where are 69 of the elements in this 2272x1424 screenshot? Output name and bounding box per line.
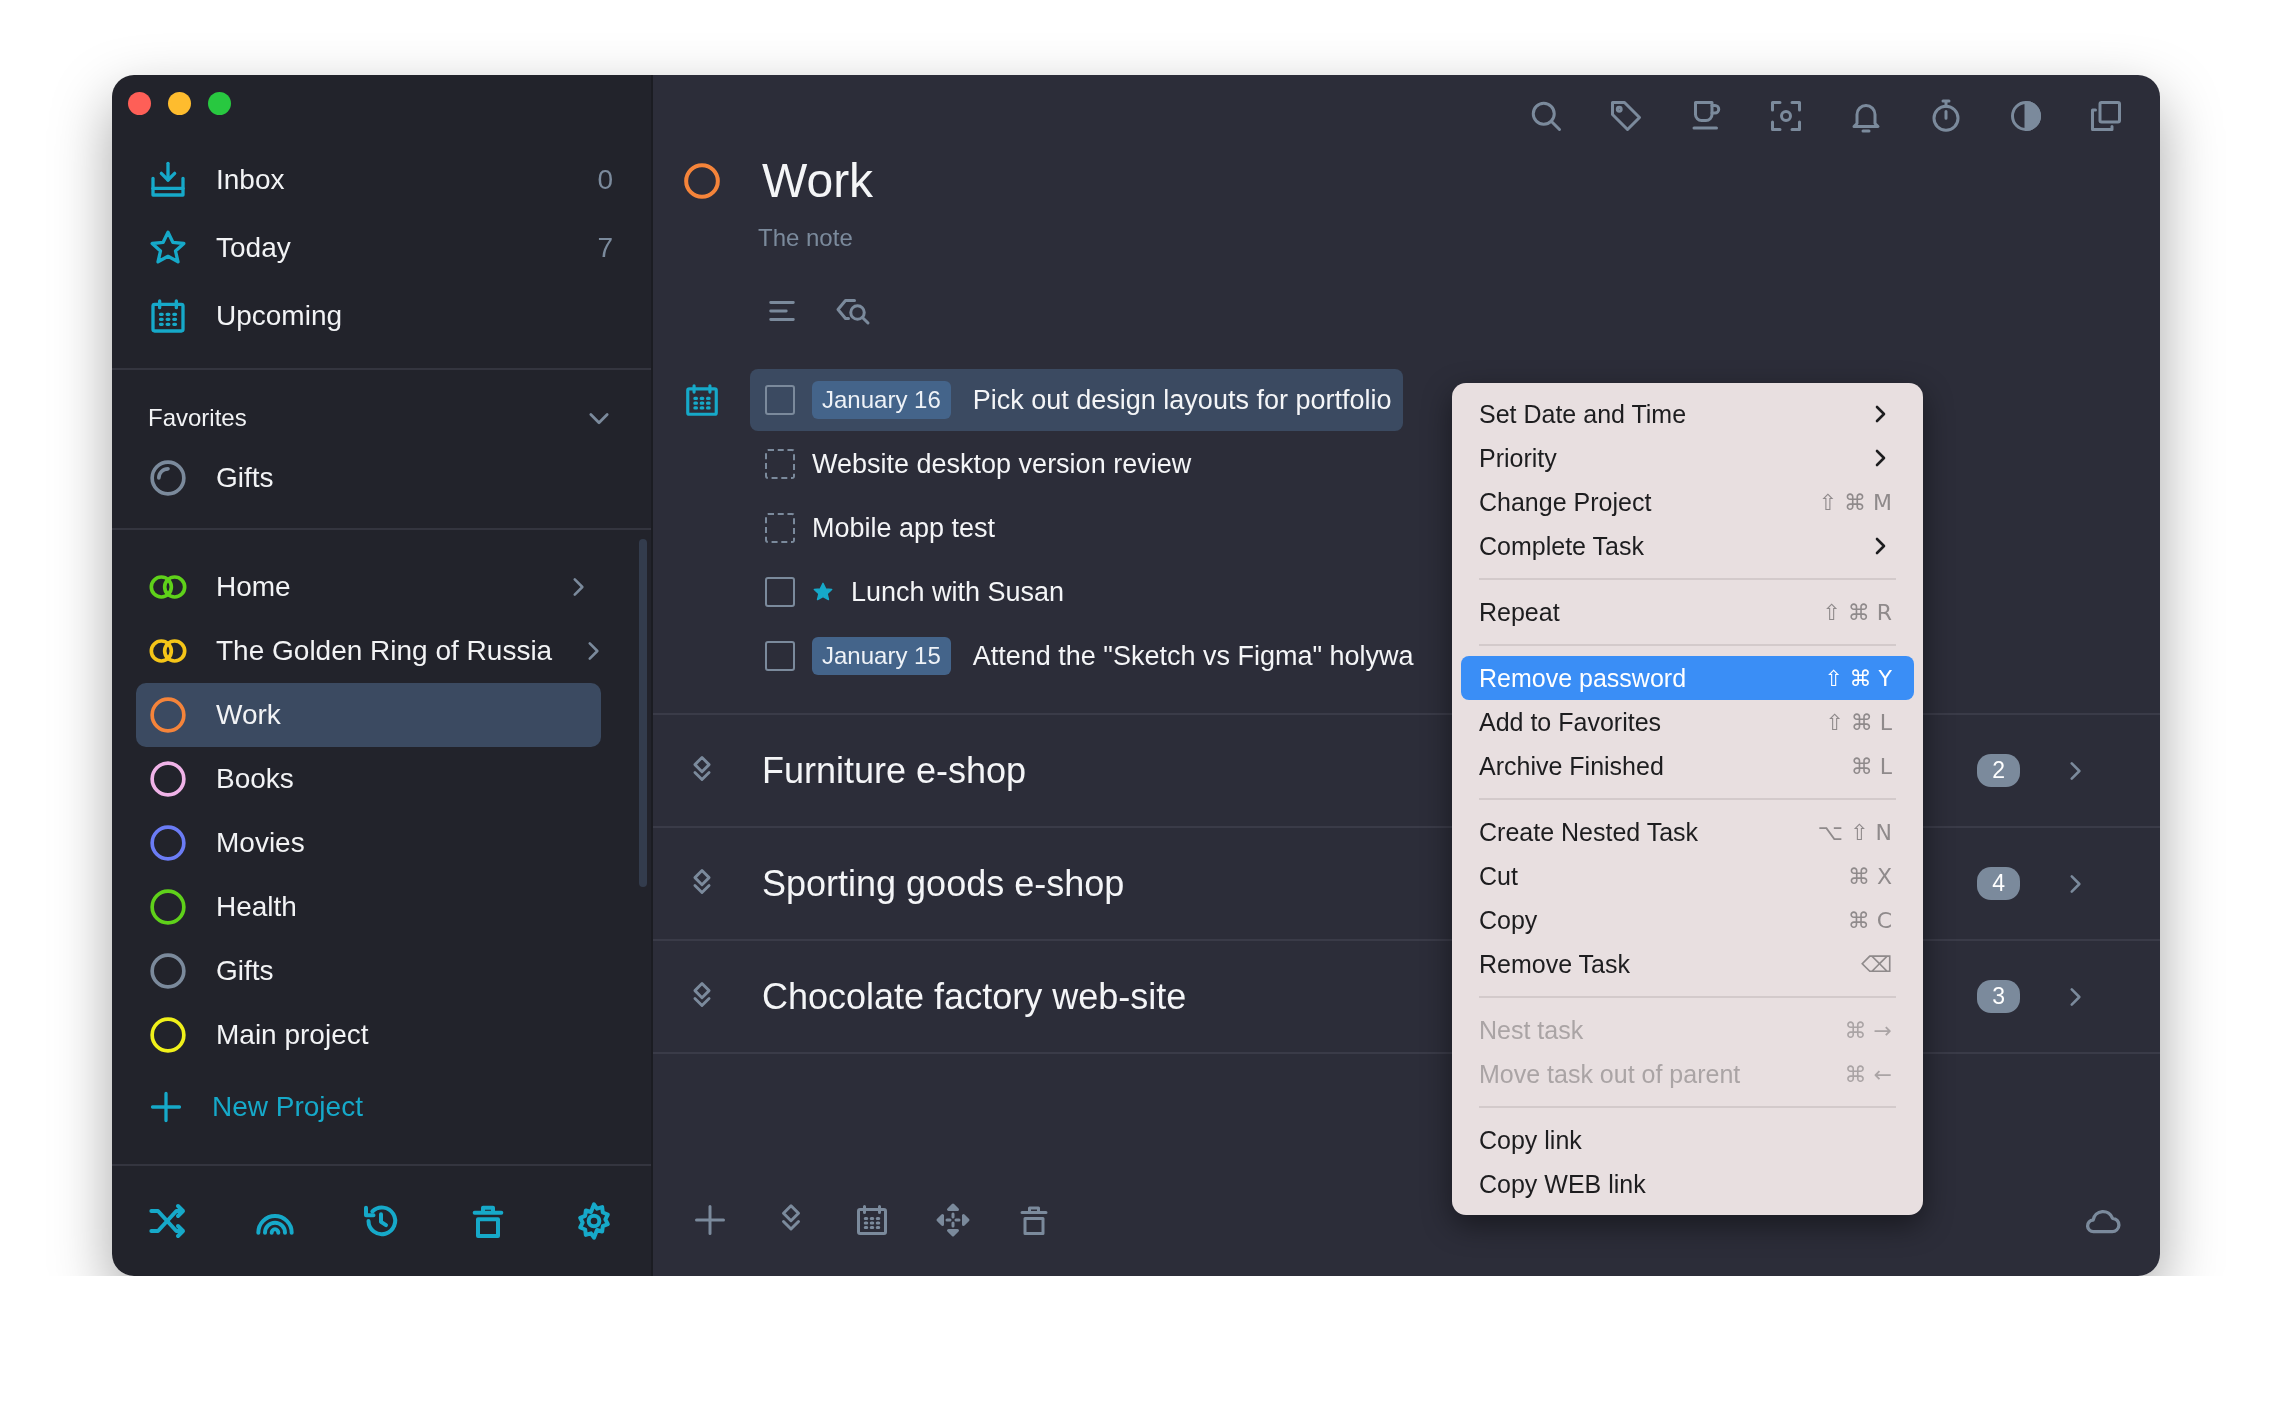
shortcut-hint: ⌘ L [1850, 753, 1892, 779]
checkbox[interactable] [765, 385, 795, 415]
date-tag: January 15 [812, 637, 951, 675]
checkbox[interactable] [765, 449, 795, 479]
count-badge: 2 [1977, 754, 2020, 787]
shortcut-hint: ⌘ → [1844, 1017, 1892, 1043]
shortcut-hint: ⌫ [1860, 951, 1892, 977]
zoom-button[interactable] [208, 92, 231, 115]
menu-item[interactable]: Archive Finished ⌘ L [1461, 744, 1914, 788]
inbox-icon [148, 160, 188, 200]
sidebar-item[interactable]: Today 7 [112, 214, 651, 282]
sidebar-item[interactable]: Movies [136, 811, 601, 875]
menu-item[interactable]: Remove Task ⌫ [1461, 942, 1914, 986]
plus-icon[interactable] [692, 1202, 728, 1238]
sidebar-item[interactable]: Gifts [136, 939, 601, 1003]
shortcut-hint: ⇧ ⌘ M [1818, 489, 1892, 515]
scrollbar[interactable] [639, 539, 647, 887]
sidebar-item[interactable]: Inbox 0 [112, 146, 651, 214]
sidebar-item[interactable]: Health [136, 875, 601, 939]
shortcut-hint: ⌘ C [1847, 907, 1892, 933]
sidebar-item[interactable]: Upcoming [112, 282, 651, 350]
shortcut-hint: ⇧ ⌘ R [1822, 599, 1892, 625]
date-tag: January 16 [812, 381, 951, 419]
menu-item[interactable]: Cut ⌘ X [1461, 854, 1914, 898]
sidebar-item[interactable]: Home [136, 555, 601, 619]
shortcut-hint: ⇧ ⌘ Y [1824, 665, 1892, 691]
task-row[interactable]: Lunch with Susan [750, 561, 1077, 623]
tag-icon[interactable] [1608, 98, 1644, 134]
new-project-button[interactable]: New Project [112, 1075, 363, 1139]
copy-icon[interactable] [2088, 98, 2124, 134]
shortcut-hint: ⌘ ← [1844, 1061, 1892, 1087]
sidebar-item[interactable]: Main project [136, 1003, 601, 1067]
project-note[interactable]: The note [758, 223, 2160, 253]
checkbox[interactable] [765, 641, 795, 671]
item-count: 0 [597, 164, 613, 196]
calendar-icon [148, 296, 188, 336]
sidebar-item[interactable]: Work [136, 683, 601, 747]
task-row[interactable]: Website desktop version review [750, 433, 1204, 495]
sidebar-item[interactable]: Books [136, 747, 601, 811]
menu-item[interactable]: Copy link [1461, 1118, 1914, 1162]
sidebar-item[interactable]: Gifts [112, 446, 651, 510]
menu-item[interactable]: Copy WEB link [1461, 1162, 1914, 1206]
count-badge: 3 [1977, 980, 2020, 1013]
menu-item[interactable]: Complete Task [1461, 524, 1914, 568]
item-count: 7 [597, 232, 613, 264]
plus-icon [148, 1089, 184, 1125]
section-title: Favorites [148, 404, 247, 432]
task-row[interactable]: January 15 Attend the "Sketch vs Figma" holywa [750, 625, 1426, 687]
sidebar-item[interactable]: The Golden Ring of Russia [136, 619, 601, 683]
shuffle-icon[interactable] [148, 1201, 188, 1241]
shortcut-hint: ⌘ X [1847, 863, 1892, 889]
star-icon [812, 581, 834, 603]
contrast-icon[interactable] [2008, 98, 2044, 134]
minimize-button[interactable] [168, 92, 191, 115]
close-button[interactable] [128, 92, 151, 115]
focus-icon[interactable] [1768, 98, 1804, 134]
checkbox[interactable] [765, 513, 795, 543]
menu-item[interactable]: Change Project ⇧ ⌘ M [1461, 480, 1914, 524]
checkbox[interactable] [765, 577, 795, 607]
calendar-icon[interactable] [854, 1202, 890, 1238]
menu-item[interactable]: Copy ⌘ C [1461, 898, 1914, 942]
project-title: Work [762, 157, 874, 205]
move-icon[interactable] [935, 1202, 971, 1238]
count-badge: 4 [1977, 867, 2020, 900]
task-row[interactable]: January 16 Pick out design layouts for portfolio [750, 369, 1404, 431]
menu-item[interactable]: Priority [1461, 436, 1914, 480]
menu-item[interactable]: Repeat ⇧ ⌘ R [1461, 590, 1914, 634]
menu-item[interactable]: Set Date and Time [1461, 392, 1914, 436]
task-row[interactable]: Mobile app test [750, 497, 1008, 559]
